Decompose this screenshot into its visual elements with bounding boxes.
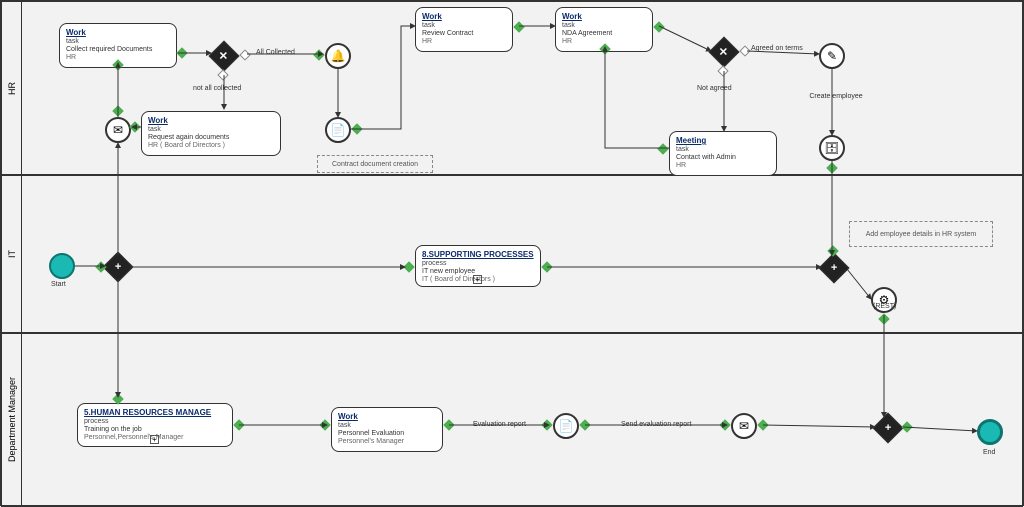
end-event[interactable] [977, 419, 1003, 445]
label-not-agreed: Not agreed [697, 85, 732, 92]
script-event[interactable]: ✎ [819, 43, 845, 69]
annotation-addemp: Add employee details in HR system [849, 221, 993, 247]
task-supporting[interactable]: 8.SUPPORTING PROCESSES process IT new em… [415, 245, 541, 287]
lane-hr-header: HR [2, 2, 22, 174]
lane-dept-label: Department Manager [7, 377, 17, 462]
lane-hr-label: HR [7, 82, 17, 95]
mail-event[interactable]: ✉ [105, 117, 131, 143]
label-create-emp: Create employee [801, 93, 871, 100]
pen-icon: ✎ [827, 49, 837, 63]
label-agreed: Agreed on terms [751, 45, 803, 52]
end-label: End [983, 449, 995, 456]
lane-dept-header: Department Manager [2, 334, 22, 506]
doc-icon: 📄 [331, 123, 346, 137]
lane-it-label: IT [7, 250, 17, 258]
db-icon: 🗄 [824, 141, 839, 155]
start-label: Start [51, 281, 66, 288]
task-eval[interactable]: Work task Personnel Evaluation Personnel… [331, 407, 443, 452]
lane-it-header: IT [2, 176, 22, 332]
annotation-contract: Contract document creation [317, 155, 433, 173]
send-eval-event[interactable]: ✉ [731, 413, 757, 439]
label-not-all: not all collected [193, 85, 241, 92]
task-hrm[interactable]: 5.HUMAN RESOURCES MANAGE process Trainin… [77, 403, 233, 447]
doc-icon: 📄 [559, 419, 574, 433]
envelope-icon: ✉ [113, 123, 123, 137]
task-request[interactable]: Work task Request again documents HR ( B… [141, 111, 281, 156]
label-rest: (REST) [873, 303, 896, 310]
doc-eval-event[interactable]: 📄 [553, 413, 579, 439]
label-send-eval: Send evaluation report [621, 421, 691, 428]
task-review[interactable]: Work task Review Contract HR [415, 7, 513, 52]
bell-icon: 🔔 [331, 49, 346, 63]
start-event[interactable] [49, 253, 75, 279]
subprocess-marker-icon: + [473, 275, 482, 284]
doc-event[interactable]: 📄 [325, 117, 351, 143]
envelope-icon: ✉ [739, 419, 749, 433]
task-meeting[interactable]: Meeting task Contact with Admin HR [669, 131, 777, 176]
bell-event[interactable]: 🔔 [325, 43, 351, 69]
label-all-collected: All Collected [256, 49, 295, 56]
subprocess-marker-icon: + [150, 435, 159, 444]
db-event[interactable]: 🗄 [819, 135, 845, 161]
label-eval-report: Evaluation report [473, 421, 526, 428]
